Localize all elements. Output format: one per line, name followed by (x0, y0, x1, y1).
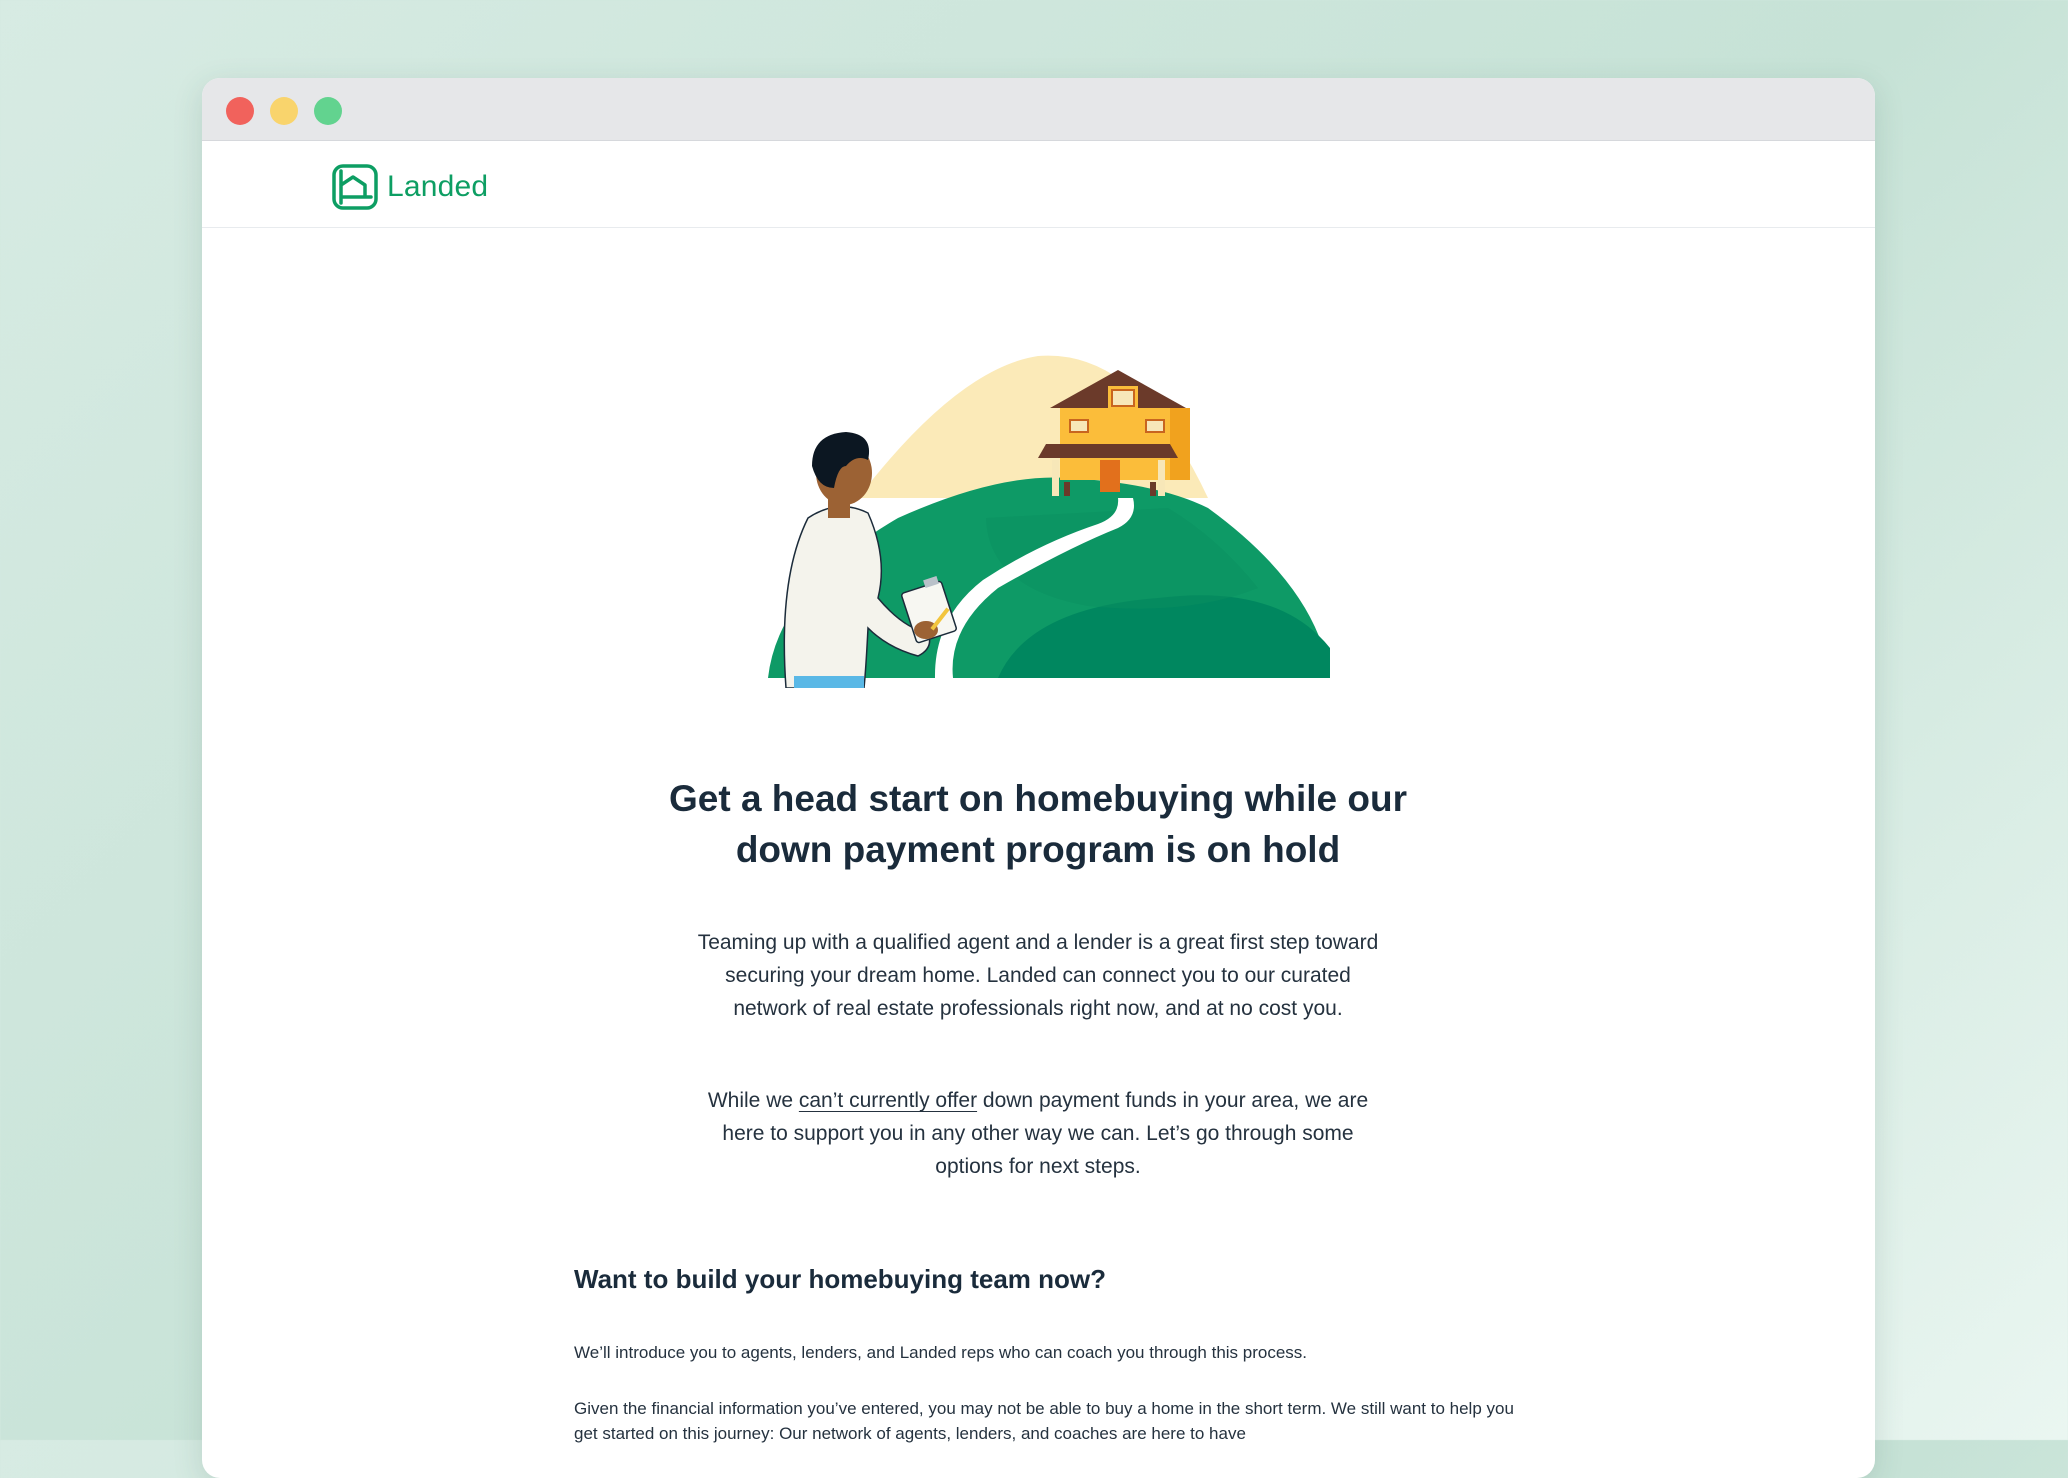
page-headline: Get a head start on homebuying while our… (668, 778, 1408, 870)
support-paragraph: While we can’t currently offer down paym… (688, 1084, 1388, 1183)
team-section-detail: Given the financial information you’ve e… (574, 1399, 1514, 1443)
site-header: Landed (202, 141, 1875, 228)
hero-illustration (768, 355, 1330, 688)
landed-logo[interactable]: Landed (331, 163, 488, 211)
team-section-title: Want to build your homebuying team now? (574, 1264, 1107, 1294)
cant-currently-offer-link[interactable]: can’t currently offer (799, 1089, 977, 1112)
house-frame-icon (332, 164, 378, 210)
browser-window: Landed Get a head start on homebuying wh… (202, 78, 1875, 1478)
brand-name: Landed (387, 170, 489, 203)
support-text-before: While we (707, 1089, 799, 1112)
intro-paragraph: Teaming up with a qualified agent and a … (697, 931, 1379, 1020)
close-window-button[interactable] (226, 97, 254, 125)
team-section-intro: We’ll introduce you to agents, lenders, … (574, 1343, 1308, 1362)
browser-titlebar (202, 78, 1875, 141)
minimize-window-button[interactable] (270, 97, 298, 125)
maximize-window-button[interactable] (314, 97, 342, 125)
